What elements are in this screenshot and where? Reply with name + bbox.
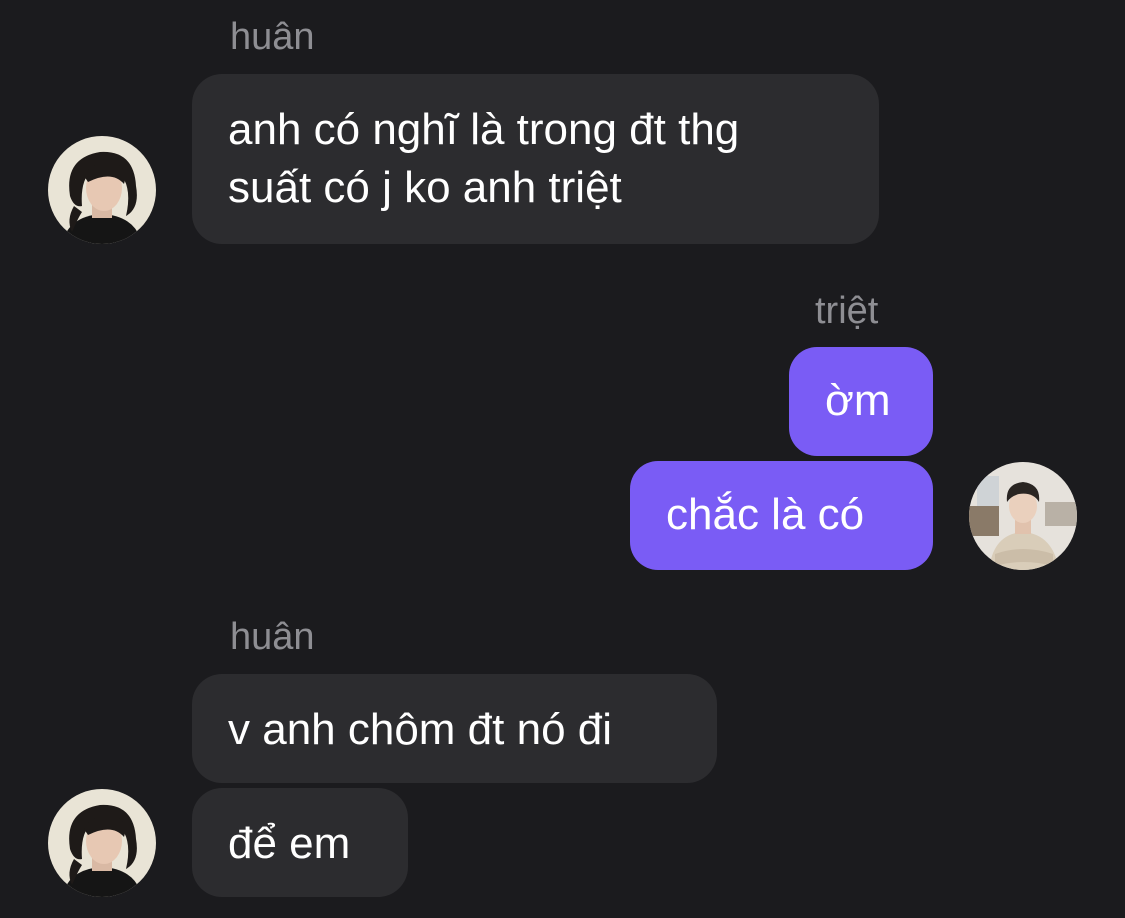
user-avatar-huan-icon: [48, 789, 156, 897]
sender-name-huan: huân: [230, 16, 315, 58]
message-text-line: suất có j ko anh triệt: [228, 163, 622, 212]
message-text-line: v anh chôm đt nó đi: [228, 705, 613, 754]
outgoing-message-bubble[interactable]: chắc là có: [630, 461, 933, 570]
outgoing-message-bubble[interactable]: ờm: [789, 347, 933, 456]
message-text-line: ờm: [825, 376, 891, 425]
sender-name-huan: huân: [230, 616, 315, 658]
avatar-huan[interactable]: [48, 789, 156, 897]
message-text-line: anh có nghĩ là trong đt thg: [228, 105, 740, 154]
sender-name-triet: triệt: [815, 290, 879, 332]
message-text-line: để em: [228, 819, 351, 868]
avatar-triet[interactable]: [969, 462, 1077, 570]
incoming-message-bubble[interactable]: v anh chôm đt nó đi: [192, 674, 717, 783]
avatar-huan[interactable]: [48, 136, 156, 244]
message-text-line: chắc là có: [666, 490, 865, 539]
incoming-message-bubble[interactable]: anh có nghĩ là trong đt thg suất có j ko…: [192, 74, 879, 244]
user-avatar-triet-icon: [969, 462, 1077, 570]
user-avatar-huan-icon: [48, 136, 156, 244]
incoming-message-bubble[interactable]: để em: [192, 788, 408, 897]
